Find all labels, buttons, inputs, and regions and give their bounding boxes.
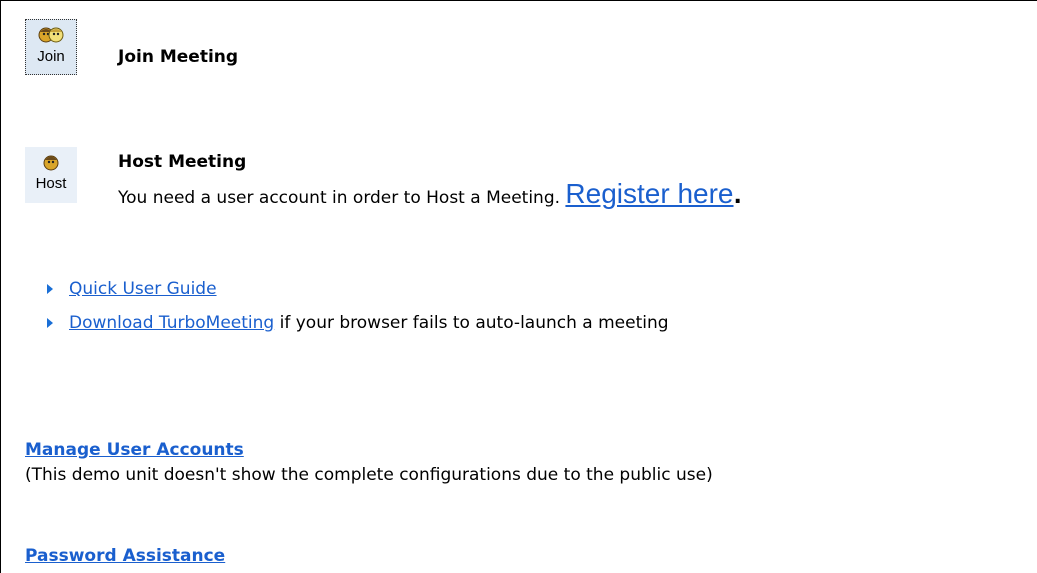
host-meeting-title[interactable]: Host Meeting <box>118 152 246 172</box>
join-meeting-title[interactable]: Join Meeting <box>118 47 238 67</box>
manage-user-accounts-link[interactable]: Manage User Accounts <box>25 440 244 460</box>
two-people-icon <box>38 27 64 43</box>
manage-note: (This demo unit doesn't show the complet… <box>25 465 713 485</box>
help-links-list: Quick User Guide Download TurboMeeting i… <box>47 276 669 344</box>
register-here-link[interactable]: Register here <box>565 178 733 209</box>
password-assistance-link[interactable]: Password Assistance <box>25 546 225 566</box>
arrow-bullet-icon <box>47 284 53 294</box>
host-description-text: You need a user account in order to Host… <box>118 188 561 208</box>
quick-user-guide-link[interactable]: Quick User Guide <box>69 279 217 299</box>
list-item: Download TurboMeeting if your browser fa… <box>47 310 669 344</box>
link-suffix: if your browser fails to auto-launch a m… <box>274 313 669 333</box>
host-icon-label: Host <box>35 175 67 192</box>
list-item: Quick User Guide <box>47 276 669 310</box>
arrow-bullet-icon <box>47 318 53 328</box>
join-icon-label: Join <box>37 48 65 65</box>
host-button[interactable]: Host <box>25 147 77 203</box>
join-button[interactable]: Join <box>25 19 77 75</box>
download-turbomeeting-link[interactable]: Download TurboMeeting <box>69 313 274 333</box>
host-description: You need a user account in order to Host… <box>118 178 742 210</box>
register-suffix: . <box>733 184 742 209</box>
person-icon <box>43 155 59 171</box>
